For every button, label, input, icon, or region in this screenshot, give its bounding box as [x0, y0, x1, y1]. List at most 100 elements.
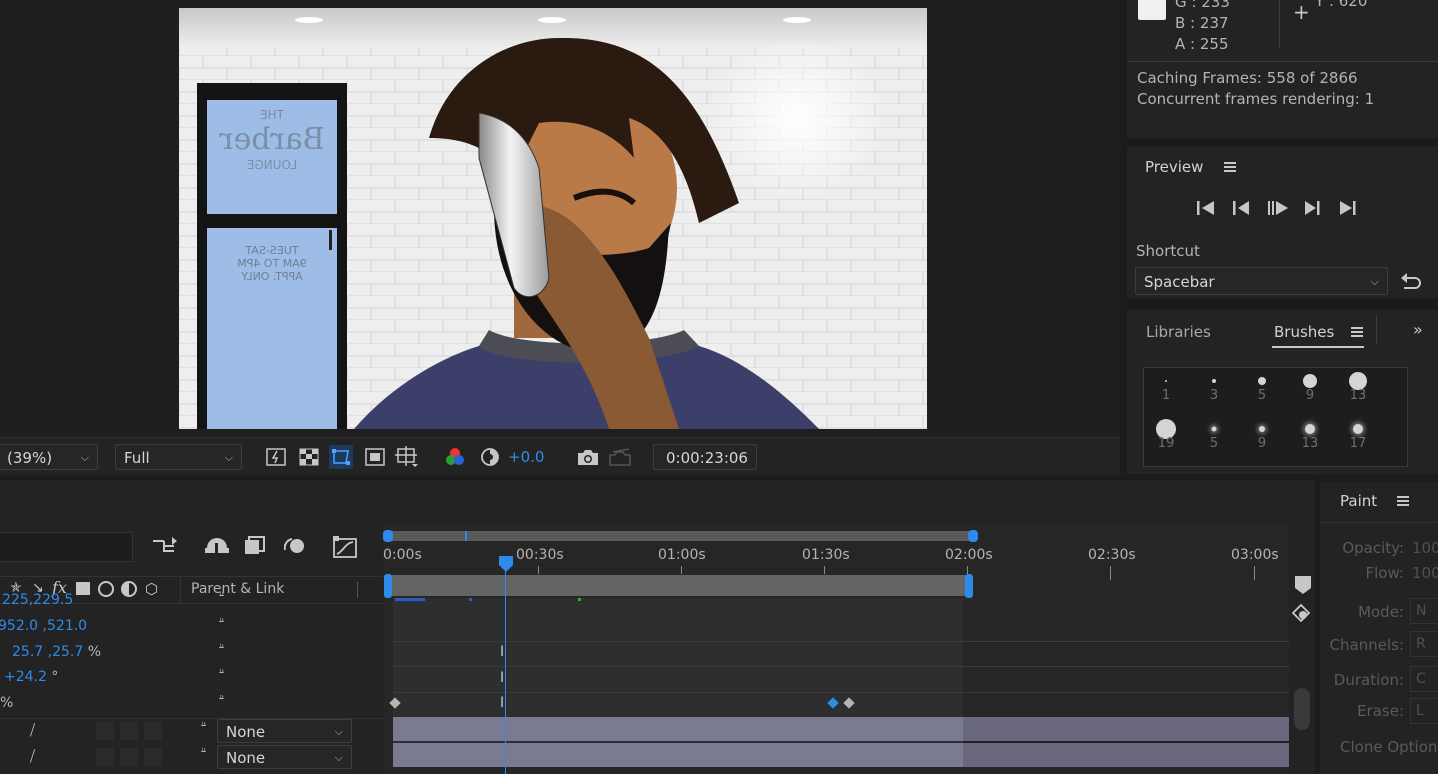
brush-preset[interactable]: 5	[1238, 369, 1286, 417]
layer-row[interactable]: ⧸ ۗ None⌵	[0, 718, 383, 744]
property-value-y[interactable]: 521.0	[47, 618, 87, 634]
graph-editor-icon[interactable]	[333, 536, 357, 562]
unit-label: %	[0, 695, 14, 711]
time-navigator[interactable]	[386, 531, 973, 541]
parent-dropdown[interactable]: None ⌵	[217, 719, 352, 743]
layer-row[interactable]: ⧸ ۗ None⌵	[0, 744, 383, 770]
comp-marker-bin-icon[interactable]	[1295, 576, 1311, 598]
pick-whip-icon[interactable]: ۗ	[210, 618, 226, 634]
opacity-value[interactable]: 100	[1412, 539, 1438, 557]
door-hours-text: TUES-SAT 9AM TO 4PM APPT. ONLY	[237, 244, 307, 283]
tab-libraries[interactable]: Libraries	[1146, 323, 1211, 341]
magnification-dropdown[interactable]: (39%) ⌵	[0, 444, 98, 470]
brush-tip-icon	[1303, 374, 1317, 388]
property-row-rotation: +24.2 ° ۗ	[0, 669, 383, 695]
time-graph[interactable]: 0:00s 00:30s 01:00s 01:30s 02:00s 02:30s…	[383, 526, 1289, 774]
navigator-start-handle[interactable]	[383, 530, 393, 542]
parent-dropdown[interactable]: None ⌵	[217, 745, 352, 769]
ruler-label: 01:00s	[658, 547, 706, 563]
property-row-scale: 25.7 ,25.7 % ۗ	[0, 644, 383, 670]
grid-guides-icon[interactable]	[395, 445, 419, 469]
exposure-value[interactable]: +0.0	[508, 448, 544, 466]
flow-value[interactable]: 100	[1412, 564, 1438, 582]
current-time-display[interactable]: 0:00:23:06	[653, 444, 757, 470]
panel-menu-icon[interactable]	[1397, 496, 1409, 506]
tab-brushes[interactable]: Brushes	[1274, 323, 1334, 341]
show-snapshot-icon[interactable]	[608, 445, 632, 469]
transparency-grid-icon[interactable]	[297, 445, 321, 469]
vertical-scrollbar[interactable]	[1294, 688, 1310, 730]
color-swatch	[1138, 0, 1166, 20]
shortcut-dropdown[interactable]: Spacebar ⌵	[1135, 267, 1388, 295]
ruler-label: 00:30s	[516, 547, 564, 563]
motion-blur-icon[interactable]	[283, 536, 306, 560]
erase-label: Erase:	[1357, 702, 1404, 720]
brush-size-label: 5	[1209, 436, 1219, 451]
paint-panel: Paint Opacity: 100 Flow: 100 Mode: N Cha…	[1320, 482, 1438, 774]
pick-whip-icon[interactable]: ۗ	[210, 695, 226, 711]
brush-preset[interactable]: 13	[1334, 369, 1382, 417]
playback-controls	[1197, 199, 1357, 221]
navigator-end-handle[interactable]	[968, 530, 978, 542]
duration-dropdown[interactable]: C	[1410, 666, 1438, 692]
fast-previews-icon[interactable]	[264, 445, 288, 469]
ruler-label: 02:30s	[1088, 547, 1136, 563]
brush-preset[interactable]: 9	[1238, 417, 1286, 465]
exposure-icon[interactable]	[478, 445, 502, 469]
channels-dropdown[interactable]: R	[1410, 631, 1438, 657]
brush-preset[interactable]: 5	[1190, 417, 1238, 465]
brush-preset[interactable]: 1	[1142, 369, 1190, 417]
info-b-row: B : 237	[1175, 14, 1229, 32]
work-area-bar[interactable]	[386, 575, 970, 596]
composition-frame[interactable]: THE Barber LOUNGE TUES-SAT 9AM TO 4PM AP…	[179, 8, 927, 429]
property-value-y[interactable]: 25.7	[52, 644, 83, 660]
unit-label: %	[87, 644, 102, 660]
pick-whip-icon[interactable]: ۗ	[192, 748, 208, 764]
pick-whip-icon[interactable]: ۗ	[192, 722, 208, 738]
draft-3d-icon[interactable]	[204, 536, 230, 560]
brush-size-label: 5	[1257, 388, 1267, 403]
property-value[interactable]: 225,229.5	[2, 592, 73, 608]
current-time-indicator[interactable]	[499, 556, 513, 572]
pick-whip-icon[interactable]: ۗ	[210, 644, 226, 660]
next-frame-icon	[1305, 201, 1320, 215]
composition-viewer[interactable]: THE Barber LOUNGE TUES-SAT 9AM TO 4PM AP…	[0, 0, 1120, 474]
more-panels-icon[interactable]: »	[1413, 320, 1423, 339]
first-frame-icon	[1197, 201, 1214, 215]
pick-whip-icon[interactable]: ۗ	[210, 669, 226, 685]
brush-preset[interactable]: 19	[1142, 417, 1190, 465]
frame-blending-icon[interactable]	[244, 536, 266, 560]
reset-icon[interactable]	[1399, 270, 1421, 296]
brush-tip-icon	[1165, 380, 1167, 382]
pick-whip-icon[interactable]: ۗ	[210, 592, 226, 608]
brush-preset[interactable]: 13	[1286, 417, 1334, 465]
time-ruler[interactable]: 0:00s 00:30s 01:00s 01:30s 02:00s 02:30s…	[383, 544, 1289, 580]
mode-dropdown[interactable]: N	[1410, 598, 1438, 624]
brush-preset[interactable]: 17	[1334, 417, 1382, 465]
zoom-to-playhead-icon[interactable]	[1291, 603, 1312, 626]
property-value-x[interactable]: 952.0	[0, 618, 38, 634]
mask-path-visibility-icon[interactable]	[329, 445, 353, 469]
composition-mini-flowchart-icon[interactable]	[152, 536, 178, 560]
info-y-row: Y : 620	[1315, 0, 1368, 10]
region-of-interest-icon[interactable]	[363, 445, 387, 469]
property-value[interactable]: +24.2	[4, 669, 47, 685]
clone-options-label[interactable]: Clone Options	[1340, 738, 1438, 756]
brush-preset[interactable]: 9	[1286, 369, 1334, 417]
layer-quality-icon[interactable]: ⧸	[30, 747, 35, 765]
chevron-down-icon: ⌵	[334, 751, 343, 764]
property-value-x[interactable]: 25.7	[12, 644, 43, 660]
snapshot-camera-icon[interactable]	[576, 445, 600, 469]
work-area-end-handle[interactable]	[965, 574, 973, 598]
panel-menu-icon[interactable]	[1351, 327, 1363, 337]
panel-menu-icon[interactable]	[1224, 162, 1236, 172]
brush-preset[interactable]: 3	[1190, 369, 1238, 417]
color-channels-icon[interactable]	[443, 445, 467, 469]
timeline-search-input[interactable]	[0, 532, 133, 562]
erase-dropdown[interactable]: L	[1410, 698, 1438, 724]
resolution-dropdown[interactable]: Full ⌵	[115, 444, 242, 470]
ruler-label: 01:30s	[802, 547, 850, 563]
info-separator	[1127, 61, 1438, 62]
work-area-start-handle[interactable]	[384, 574, 392, 598]
layer-quality-icon[interactable]: ⧸	[30, 721, 35, 739]
